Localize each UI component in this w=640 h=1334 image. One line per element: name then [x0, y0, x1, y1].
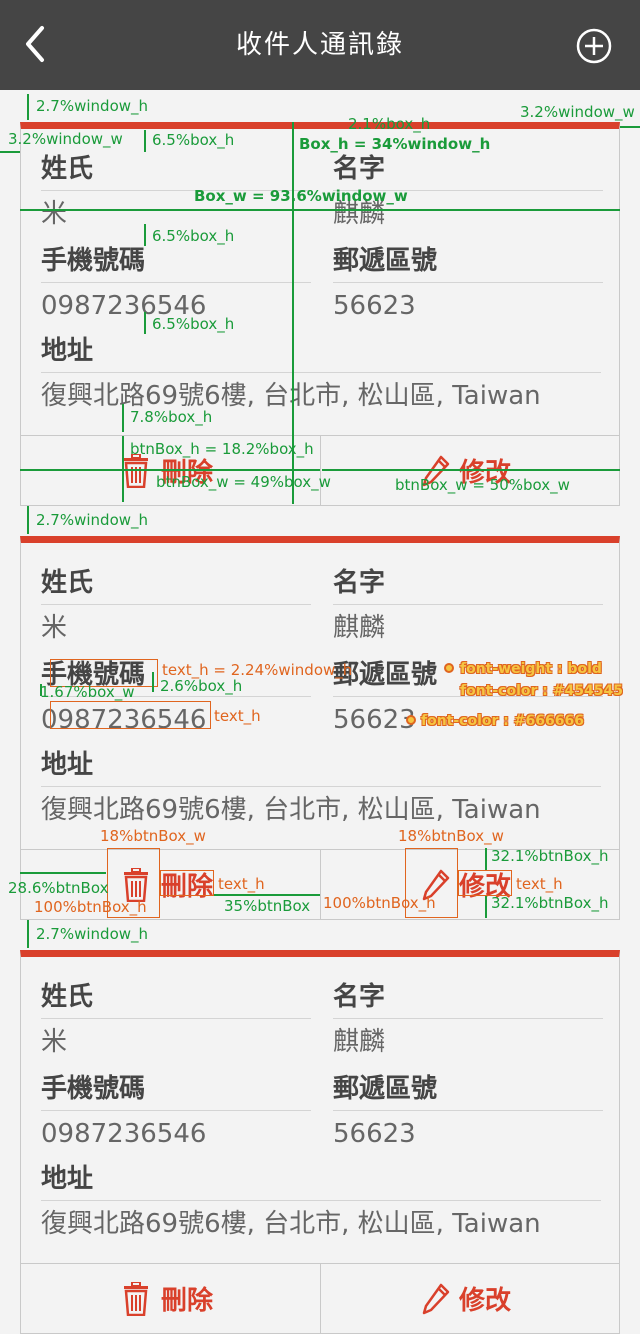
- field-value: 米: [41, 1027, 68, 1057]
- field-given-name: 名字 麒麟: [333, 975, 603, 1065]
- annotation-label: text_h = 2.24%window_h: [162, 661, 353, 679]
- dimension-line: [27, 94, 29, 120]
- annotation-label: 18%btnBox_w: [100, 827, 206, 845]
- field-address: 地址 復興北路69號6樓, 台北市, 松山區, Taiwan: [41, 329, 601, 419]
- text-box-outline: [458, 870, 512, 896]
- field-label: 郵遞區號: [333, 239, 603, 283]
- field-given-name: 名字 麒麟: [333, 561, 603, 651]
- dimension-line: [27, 506, 29, 534]
- marker-dot: [444, 663, 454, 673]
- annotation-label: text_h: [516, 875, 563, 893]
- field-value: 復興北路69號6樓, 台北市, 松山區, Taiwan: [41, 381, 541, 411]
- annotation-label: 2.6%box_h: [160, 677, 243, 695]
- field-label: 地址: [41, 1157, 601, 1201]
- annotation-label: 2.7%window_h: [36, 925, 149, 943]
- edit-button[interactable]: 修改: [321, 436, 619, 506]
- dimension-line: [20, 209, 620, 211]
- action-row: 刪除 修改: [21, 1263, 619, 1334]
- field-surname: 姓氏 米: [41, 561, 311, 651]
- annotation-label: btnBox_w = 50%box_w: [395, 476, 570, 494]
- annotation-label: btnBox_w = 49%box_w: [156, 473, 331, 491]
- text-box-outline: [160, 870, 214, 896]
- field-postal-code: 郵遞區號 56623: [333, 1067, 603, 1157]
- delete-button[interactable]: 刪除: [21, 1264, 321, 1334]
- annotation-label: 32.1%btnBox_h: [491, 847, 609, 865]
- contact-card: 姓氏 米 名字 麒麟 手機號碼 0987236546 郵遞區號 56623 地址…: [20, 122, 620, 506]
- dimension-line: [122, 404, 124, 432]
- dimension-line: [620, 126, 640, 128]
- dimension-line: [144, 312, 146, 334]
- annotation-badge: font-color : #666666: [421, 713, 584, 729]
- annotation-label: 3.2%window_w: [8, 130, 123, 148]
- field-label: 郵遞區號: [333, 1067, 603, 1111]
- pencil-icon: [422, 1283, 450, 1315]
- annotation-label: 6.5%box_h: [152, 227, 235, 245]
- dimension-line: [214, 894, 320, 896]
- field-value: 麒麟: [333, 613, 386, 643]
- text-box-outline: [50, 701, 211, 729]
- annotation-label: text_h: [218, 875, 265, 893]
- annotation-label: 7.8%box_h: [130, 408, 213, 426]
- annotation-label: Box_h = 34%window_h: [299, 135, 491, 153]
- field-label: 地址: [41, 329, 601, 373]
- field-value: 麒麟: [333, 1027, 386, 1057]
- add-circle-icon[interactable]: [576, 28, 612, 64]
- annotation-label: 6.5%box_h: [152, 315, 235, 333]
- field-address: 地址 復興北路69號6樓, 台北市, 松山區, Taiwan: [41, 743, 601, 833]
- field-label: 手機號碼: [41, 1067, 311, 1111]
- trash-icon: [124, 454, 148, 488]
- field-postal-code: 郵遞區號 56623: [333, 239, 603, 329]
- field-label: 姓氏: [41, 561, 311, 605]
- field-value: 米: [41, 613, 68, 643]
- annotation-label: btnBox_h = 18.2%box_h: [130, 440, 314, 458]
- field-value: 復興北路69號6樓, 台北市, 松山區, Taiwan: [41, 1209, 541, 1239]
- field-label: 地址: [41, 743, 601, 787]
- annotation-label: 6.5%box_h: [152, 131, 235, 149]
- annotation-label: 2.7%window_h: [36, 97, 149, 115]
- field-label: 手機號碼: [41, 239, 311, 283]
- contact-card: 姓氏 米 名字 麒麟 手機號碼 0987236546 郵遞區號 56623 地址…: [20, 950, 620, 1334]
- field-surname: 姓氏 米: [41, 975, 311, 1065]
- dimension-line: [152, 672, 154, 692]
- annotation-label: Box_w = 93.6%window_w: [194, 187, 408, 205]
- dimension-line: [0, 151, 20, 153]
- annotation-label: 28.6%btnBox: [8, 879, 109, 897]
- field-label: 名字: [333, 561, 603, 605]
- annotation-label: 32.1%btnBox_h: [491, 894, 609, 912]
- field-label: 姓氏: [41, 147, 311, 191]
- field-value: 56623: [333, 291, 416, 321]
- field-label: 名字: [333, 975, 603, 1019]
- trash-icon: [124, 1282, 148, 1316]
- marker-dot: [406, 715, 416, 725]
- edit-button[interactable]: 修改: [321, 1264, 619, 1334]
- dimension-line: [20, 469, 320, 471]
- field-address: 地址 復興北路69號6樓, 台北市, 松山區, Taiwan: [41, 1157, 601, 1247]
- annotation-label: 2.7%window_h: [36, 511, 149, 529]
- annotation-label: 18%btnBox_w: [398, 827, 504, 845]
- dimension-line: [20, 872, 106, 874]
- dimension-line: [485, 896, 487, 918]
- dimension-line: [485, 848, 487, 870]
- annotation-label: 100%btnBox_h: [34, 898, 147, 916]
- annotation-label: 2.1%box_h: [348, 115, 431, 133]
- annotation-label: 35%btnBox: [224, 897, 311, 915]
- dimension-line: [144, 130, 146, 152]
- edit-label: 修改: [459, 1286, 512, 1316]
- annotation-label: 3.2%window_w: [520, 103, 635, 121]
- page-title: 收件人通訊錄: [235, 30, 404, 60]
- delete-label: 刪除: [161, 1286, 214, 1316]
- annotation-badge: font-weight : bold: [460, 661, 602, 677]
- dimension-line: [322, 469, 620, 471]
- annotation-badge: font-color : #454545: [460, 683, 623, 699]
- top-app-bar: 收件人通訊錄: [0, 0, 640, 90]
- field-label: 名字: [333, 147, 603, 191]
- annotation-label: 100%btnBox_h: [323, 894, 436, 912]
- annotation-label: text_h: [214, 707, 261, 725]
- field-mobile: 手機號碼 0987236546: [41, 1067, 311, 1157]
- dimension-line: [27, 920, 29, 948]
- field-label: 姓氏: [41, 975, 311, 1019]
- dimension-line: [144, 224, 146, 246]
- annotation-label: 1.67%box_w: [40, 683, 135, 701]
